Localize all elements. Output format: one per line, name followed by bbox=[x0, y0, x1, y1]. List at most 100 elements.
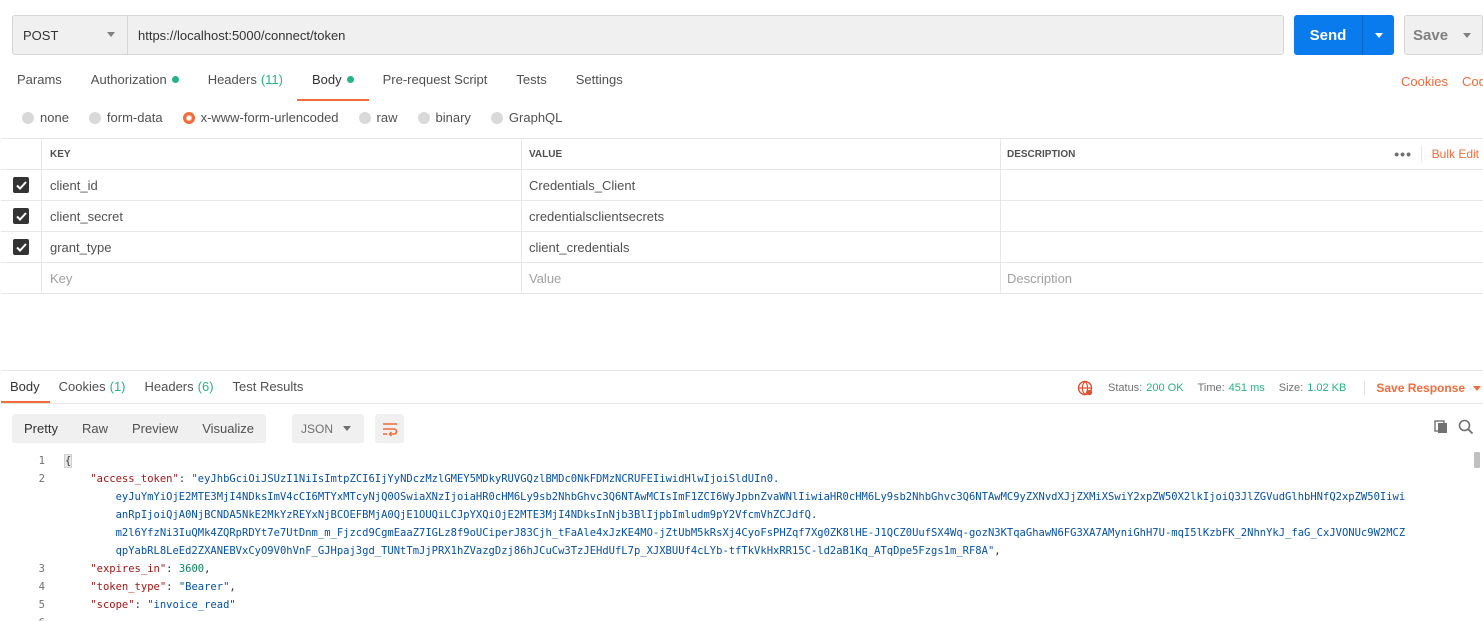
row-checkbox[interactable] bbox=[13, 177, 29, 193]
description-cell[interactable] bbox=[1001, 232, 1483, 262]
right-links: Cookies Code bbox=[1401, 74, 1483, 89]
radio-selected-icon bbox=[182, 111, 195, 124]
radio-form-data[interactable]: form-data bbox=[88, 110, 163, 125]
tab-count: (11) bbox=[260, 72, 283, 87]
line-number: 4 bbox=[38, 581, 45, 593]
radio-raw[interactable]: raw bbox=[358, 110, 398, 125]
tab-authorization[interactable]: Authorization bbox=[91, 72, 179, 98]
radio-graphql[interactable]: GraphQL bbox=[490, 110, 563, 125]
value-cell[interactable]: Credentials_Client bbox=[522, 170, 1001, 200]
format-select[interactable]: JSON bbox=[292, 414, 364, 443]
line-number: 2 bbox=[38, 473, 45, 485]
radio-circle-icon bbox=[358, 111, 371, 124]
description-cell[interactable] bbox=[1001, 170, 1483, 200]
radio-binary[interactable]: binary bbox=[417, 110, 471, 125]
value-input[interactable]: Value bbox=[522, 263, 1001, 293]
wrap-lines-button[interactable] bbox=[375, 414, 404, 443]
json-string: "invoice_read" bbox=[147, 599, 236, 611]
tab-response-cookies[interactable]: Cookies (1) bbox=[59, 379, 126, 394]
tab-settings[interactable]: Settings bbox=[576, 72, 623, 98]
json-key: "access_token" bbox=[90, 473, 179, 485]
key-cell[interactable]: grant_type bbox=[42, 232, 522, 262]
code-line: 4 "token_type": "Bearer", bbox=[0, 578, 1470, 596]
tab-preview[interactable]: Preview bbox=[120, 414, 190, 443]
tab-count: (1) bbox=[109, 379, 126, 394]
tab-pre-request-script[interactable]: Pre-request Script bbox=[383, 72, 488, 98]
more-options-icon[interactable]: ••• bbox=[1386, 146, 1422, 162]
status-label: Status: bbox=[1108, 382, 1143, 394]
view-mode-tabs: Pretty Raw Preview Visualize bbox=[12, 414, 267, 443]
method-select[interactable]: POST bbox=[13, 16, 128, 54]
url-input[interactable]: https://localhost:5000/connect/token bbox=[128, 16, 1283, 54]
code-line: 6 bbox=[0, 614, 1470, 621]
chevron-down-icon bbox=[1463, 32, 1471, 38]
description-input[interactable]: Description bbox=[1001, 263, 1483, 293]
key-cell[interactable]: client_id bbox=[42, 170, 522, 200]
tab-response-body[interactable]: Body bbox=[1, 379, 50, 403]
save-dropdown[interactable] bbox=[1463, 32, 1471, 38]
tab-label: Authorization bbox=[90, 72, 167, 87]
json-key: "expires_in" bbox=[90, 563, 167, 575]
tab-label: Pre-request Script bbox=[382, 72, 488, 87]
line-number: 6 bbox=[0, 614, 45, 621]
json-string: "eyJhbGciOiJSUzI1NiIsImtpZCI6IjYyNDczMzl… bbox=[191, 473, 780, 485]
wrap-lines-icon bbox=[382, 422, 397, 436]
row-checkbox[interactable] bbox=[13, 208, 29, 224]
json-string: eyJuYmYiOjE2MTE3MjI4NDksImV4cCI6MTYxMTcy… bbox=[115, 491, 1406, 503]
table-row: client_id Credentials_Client bbox=[1, 170, 1483, 201]
tab-body[interactable]: Body bbox=[297, 72, 369, 101]
code-scrollbar[interactable] bbox=[1474, 452, 1480, 468]
tab-label: Settings bbox=[575, 72, 623, 87]
row-checkbox[interactable] bbox=[13, 239, 29, 255]
save-response-button[interactable]: Save Response bbox=[1364, 381, 1482, 395]
tab-test-results[interactable]: Test Results bbox=[233, 379, 304, 394]
radio-circle-icon bbox=[88, 111, 101, 124]
tab-label: Test Results bbox=[232, 379, 304, 394]
bulk-edit-button[interactable]: Bulk Edit bbox=[1422, 147, 1483, 161]
value-cell[interactable]: client_credentials bbox=[522, 232, 1001, 262]
radio-label: none bbox=[40, 110, 69, 125]
save-button[interactable]: Save bbox=[1404, 15, 1483, 55]
tab-label: Headers bbox=[207, 72, 257, 87]
json-string: m2l6YfzNi3IuQMk4ZQRpRDYt7e7UtDnm_m_Fjzcd… bbox=[115, 527, 1406, 539]
description-cell[interactable] bbox=[1001, 201, 1483, 231]
key-input[interactable]: Key bbox=[42, 263, 522, 293]
tab-response-headers[interactable]: Headers (6) bbox=[145, 379, 214, 394]
globe-icon[interactable] bbox=[1077, 380, 1093, 396]
code-line: 3 "expires_in": 3600, bbox=[0, 560, 1470, 578]
tab-params[interactable]: Params bbox=[17, 72, 62, 98]
response-body-code[interactable]: 1{ 2 "access_token": "eyJhbGciOiJSUzI1Ni… bbox=[0, 452, 1470, 621]
key-column-header: KEY bbox=[42, 139, 522, 169]
copy-icon[interactable] bbox=[1433, 419, 1449, 435]
table-header: KEY VALUE DESCRIPTION ••• Bulk Edit bbox=[1, 139, 1483, 170]
code-link[interactable]: Code bbox=[1462, 74, 1483, 89]
radio-circle-icon bbox=[417, 111, 430, 124]
value-cell[interactable]: credentialsclientsecrets bbox=[522, 201, 1001, 231]
radio-none[interactable]: none bbox=[22, 110, 69, 125]
code-line: 1{ bbox=[0, 452, 1470, 470]
params-table: KEY VALUE DESCRIPTION ••• Bulk Edit clie… bbox=[1, 138, 1483, 294]
radio-label: GraphQL bbox=[508, 110, 563, 125]
table-row: grant_type client_credentials bbox=[1, 232, 1483, 263]
tab-tests[interactable]: Tests bbox=[516, 72, 546, 98]
radio-label: form-data bbox=[106, 110, 163, 125]
response-status: Status: 200 OK Time: 451 ms Size: 1.02 KB S… bbox=[1077, 380, 1482, 396]
tab-headers[interactable]: Headers (11) bbox=[208, 72, 283, 98]
tab-visualize[interactable]: Visualize bbox=[190, 414, 266, 443]
send-button[interactable]: Send bbox=[1294, 15, 1394, 55]
json-number: 3600 bbox=[178, 563, 205, 575]
line-number: 3 bbox=[38, 563, 45, 575]
tab-raw[interactable]: Raw bbox=[70, 414, 120, 443]
code-line: 5 "scope": "invoice_read" bbox=[0, 596, 1470, 614]
cookies-link[interactable]: Cookies bbox=[1401, 74, 1448, 89]
key-cell[interactable]: client_secret bbox=[42, 201, 522, 231]
radio-x-www-form-urlencoded[interactable]: x-www-form-urlencoded bbox=[182, 110, 339, 125]
code-line: 2 "access_token": "eyJhbGciOiJSUzI1NiIsI… bbox=[0, 470, 1470, 488]
send-dropdown[interactable] bbox=[1363, 32, 1394, 38]
tab-pretty[interactable]: Pretty bbox=[12, 414, 70, 443]
status-dot-icon bbox=[346, 76, 354, 83]
search-icon[interactable] bbox=[1458, 419, 1474, 435]
request-bar: POST https://localhost:5000/connect/toke… bbox=[12, 15, 1284, 55]
chevron-down-icon bbox=[1374, 32, 1383, 38]
tab-count: (6) bbox=[197, 379, 214, 394]
